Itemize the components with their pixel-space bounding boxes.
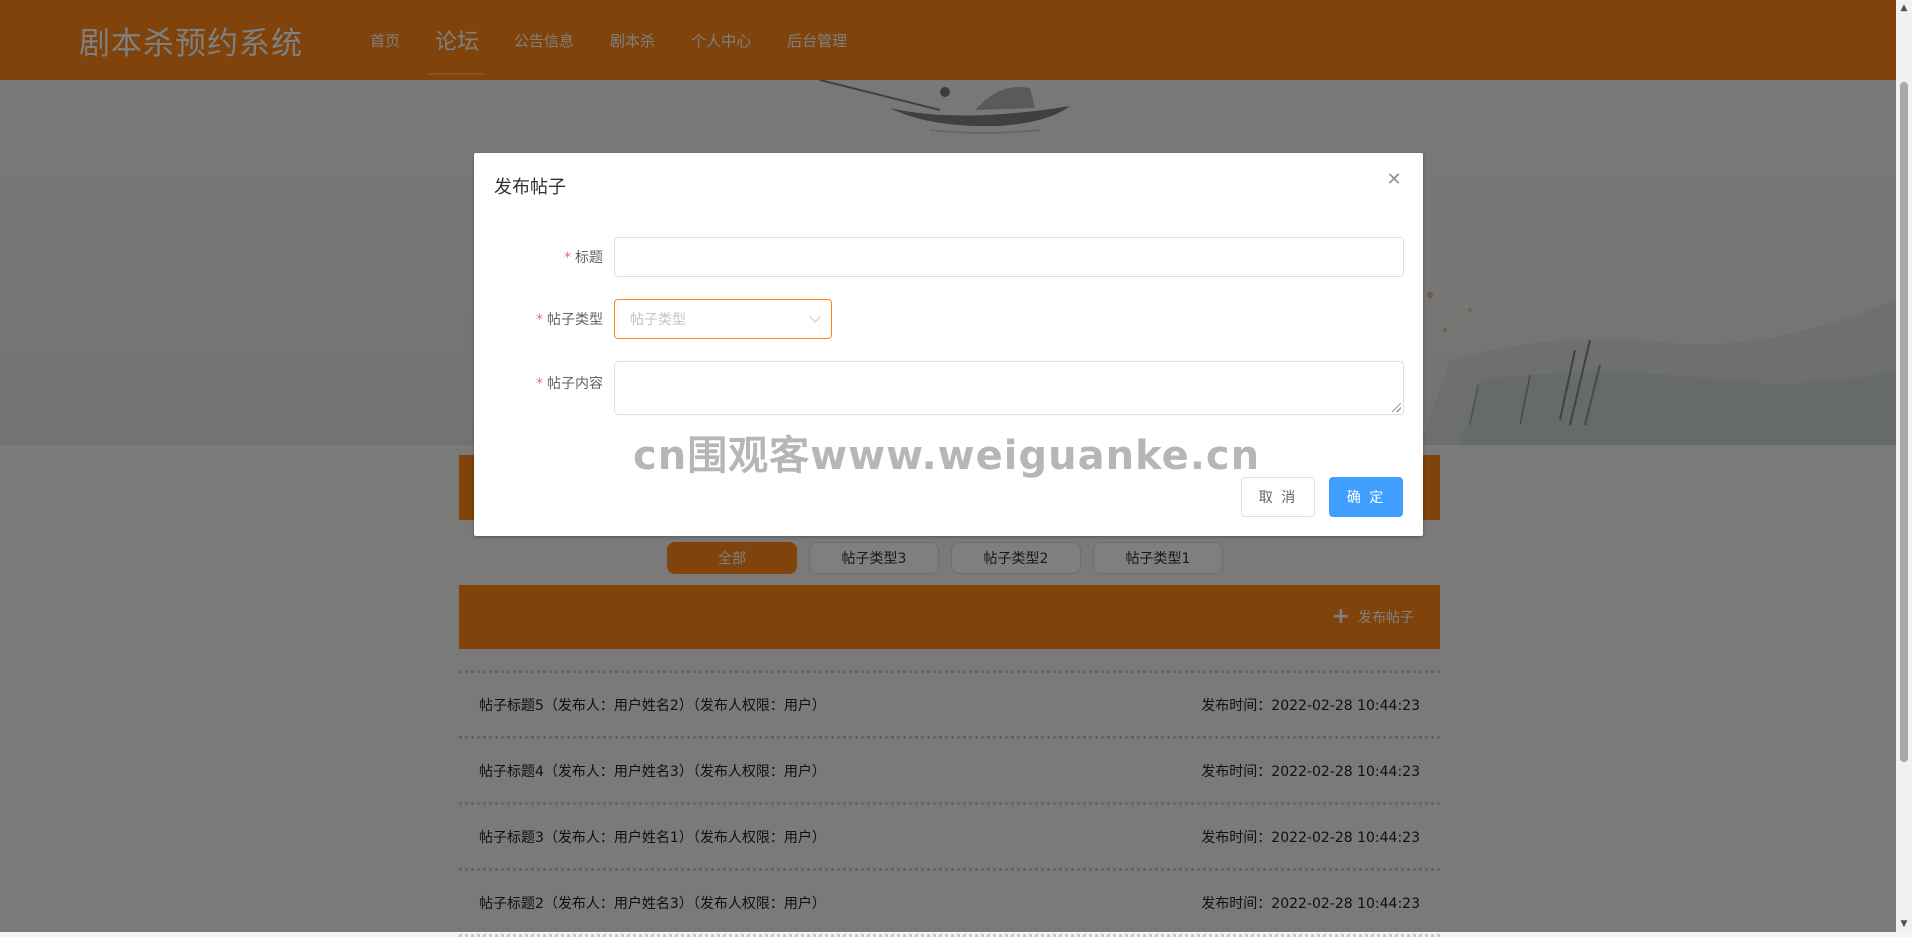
chevron-down-icon (809, 311, 821, 323)
scroll-down-icon[interactable]: ▼ (1896, 916, 1912, 932)
post-type-select[interactable]: 帖子类型 (614, 299, 832, 339)
title-label: * 标题 (564, 250, 603, 266)
title-form-row: * 标题 (474, 237, 1404, 277)
confirm-button[interactable]: 确 定 (1329, 477, 1403, 517)
required-mark: * (536, 312, 543, 328)
watermark-text: cn围观客www.weiguanke.cn (633, 433, 1261, 479)
content-label: * 帖子内容 (536, 376, 603, 392)
content-textarea[interactable] (614, 361, 1404, 415)
publish-post-dialog: 发布帖子 ✕ * 标题 * 帖子类型 帖子类型 * 帖子内容 cn围观客www.wei… (474, 153, 1423, 536)
type-form-row: * 帖子类型 帖子类型 (474, 299, 832, 339)
post-type-placeholder: 帖子类型 (630, 312, 686, 328)
required-mark: * (564, 250, 571, 266)
cancel-button[interactable]: 取 消 (1241, 477, 1315, 517)
page-scrollbar[interactable]: ▲ ▼ (1896, 0, 1912, 932)
required-mark: * (536, 376, 543, 392)
content-form-row: * 帖子内容 (474, 361, 1404, 415)
scroll-up-icon[interactable]: ▲ (1896, 0, 1912, 16)
resize-handle-icon[interactable] (1392, 403, 1401, 412)
dialog-title: 发布帖子 (494, 177, 566, 198)
title-input[interactable] (614, 237, 1404, 277)
close-icon[interactable]: ✕ (1385, 171, 1403, 189)
scrollbar-thumb[interactable] (1900, 82, 1908, 762)
type-label: * 帖子类型 (536, 312, 603, 328)
